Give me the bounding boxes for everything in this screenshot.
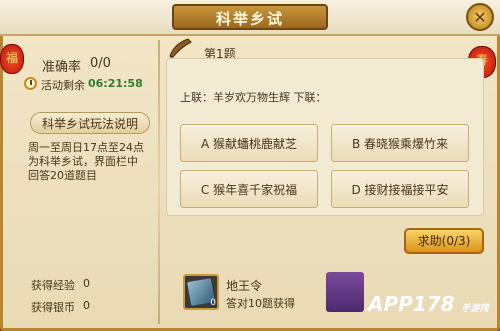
accuracy-value: 0/0	[90, 56, 111, 71]
option-d-button[interactable]: D 接财接福接平安	[331, 170, 469, 208]
option-a-button[interactable]: A 猴献蟠桃鹿献芝	[180, 124, 318, 162]
option-b-button[interactable]: B 春晓猴乘爆竹来	[331, 124, 469, 162]
silver-value: 0	[83, 299, 90, 312]
stats-panel: 准确率 0/0 活动剩余 06:21:58 科举乡试玩法说明 周一至周日17点至…	[22, 40, 154, 326]
rules-text: 周一至周日17点至24点为科举乡试，界面栏中回答20道题目	[28, 141, 144, 182]
accuracy-label: 准确率	[42, 60, 82, 75]
panel-divider	[158, 40, 160, 324]
brush-icon	[169, 38, 192, 58]
timer-value: 06:21:58	[88, 77, 143, 90]
watermark-main: APP178	[368, 292, 455, 316]
silver-label: 获得银币	[31, 301, 75, 314]
reward-desc: 答对10题获得	[226, 297, 295, 310]
lantern-icon: 福	[0, 44, 24, 74]
help-button[interactable]: 求助(0/3)	[404, 228, 484, 254]
clock-icon	[24, 77, 37, 90]
close-button[interactable]: ✕	[466, 3, 494, 31]
option-c-button[interactable]: C 猴年喜千家祝福	[180, 170, 318, 208]
watermark: APP178 手游网	[368, 292, 496, 326]
watermark-sub: 手游网	[461, 304, 489, 314]
timer-label: 活动剩余	[41, 79, 85, 92]
purple-tab	[326, 272, 364, 312]
rules-button[interactable]: 科举乡试玩法说明	[30, 112, 150, 134]
reward-name: 地王令	[226, 279, 263, 293]
question-text: 上联：羊岁欢万物生辉 下联：	[180, 91, 327, 104]
exp-label: 获得经验	[31, 279, 75, 292]
title-bar: 科举乡试 ✕	[0, 0, 500, 36]
reward-count: 0	[210, 298, 216, 308]
exp-value: 0	[83, 277, 90, 290]
dialog-title: 科举乡试	[172, 4, 328, 30]
reward-slot[interactable]: 0	[183, 274, 219, 310]
